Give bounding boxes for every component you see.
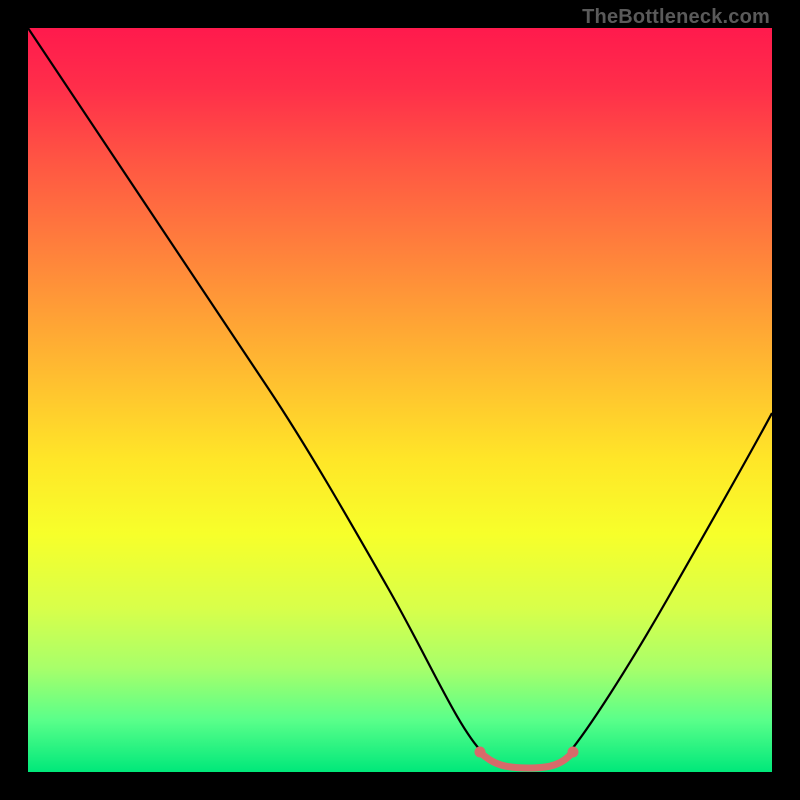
flat-region-highlight bbox=[480, 752, 573, 768]
chart-container: TheBottleneck.com bbox=[0, 0, 800, 800]
bottleneck-curve bbox=[28, 28, 772, 772]
plot-area bbox=[28, 28, 772, 772]
marker-end bbox=[568, 747, 579, 758]
curve-path bbox=[28, 28, 772, 768]
marker-start bbox=[475, 747, 486, 758]
watermark-text: TheBottleneck.com bbox=[582, 6, 770, 29]
